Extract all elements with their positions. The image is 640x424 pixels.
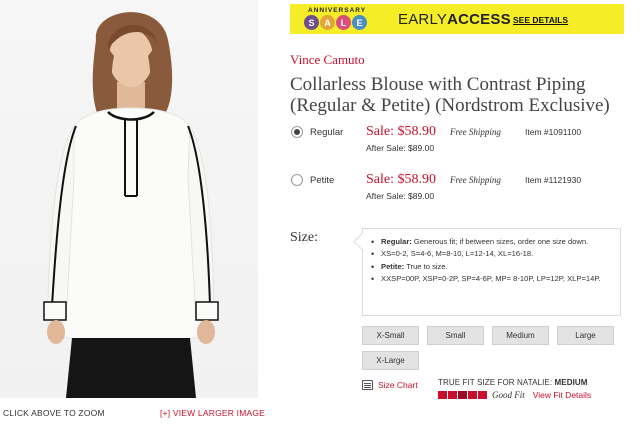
size-button-large[interactable]: Large: [557, 326, 614, 345]
product-title: Collarless Blouse with Contrast Piping (…: [290, 74, 610, 116]
sale-letter: A: [320, 15, 335, 30]
fit-meter-segment: [448, 391, 457, 399]
anniversary-label: ANNIVERSARY: [308, 7, 367, 14]
brand-link[interactable]: Vince Camuto: [290, 52, 365, 68]
fit-note-text: True to size.: [404, 261, 448, 271]
sale-letter: S: [304, 15, 319, 30]
true-fit-prefix: TRUE FIT SIZE FOR NATALIE:: [438, 378, 555, 387]
zoom-hint: CLICK ABOVE TO ZOOM: [3, 408, 105, 418]
fit-note-text: XXSP=00P, XSP=0-2P, SP=4-6P, MP= 8-10P, …: [381, 273, 601, 283]
variant-radio-regular[interactable]: [291, 126, 303, 138]
sale-letter: L: [336, 15, 351, 30]
fit-note-text: Generous fit; if between sizes, order on…: [411, 237, 589, 246]
early-access-text: EARLYACCESS: [398, 11, 511, 28]
item-number: Item #1091100: [525, 127, 582, 137]
fit-rating-label: Good Fit: [492, 390, 525, 400]
after-sale-price: After Sale: $89.00: [366, 191, 435, 201]
item-number: Item #1121930: [525, 175, 582, 185]
product-image[interactable]: [0, 0, 258, 398]
fit-notes-list: Regular: Generous fit; if between sizes,…: [371, 236, 610, 285]
sale-letter: E: [352, 15, 367, 30]
sale-price: Sale: $58.90: [366, 172, 436, 187]
true-fit-value: MEDIUM: [554, 378, 588, 387]
fit-info-tooltip: Regular: Generous fit; if between sizes,…: [362, 228, 621, 316]
fit-meter-segment: [458, 391, 467, 399]
size-button-small[interactable]: Small: [427, 326, 484, 345]
view-larger-image-link[interactable]: [+] VIEW LARGER IMAGE: [160, 408, 265, 418]
variant-row-petite[interactable]: Petite Sale: $58.90 After Sale: $89.00 F…: [290, 172, 630, 208]
size-chart-icon: [362, 380, 373, 390]
size-chart-label: Size Chart: [378, 380, 418, 390]
fit-note: Regular: Generous fit; if between sizes,…: [371, 236, 610, 249]
shipping-note: Free Shipping: [450, 175, 501, 185]
fit-note: Petite: True to size.: [371, 261, 610, 274]
shipping-note: Free Shipping: [450, 127, 501, 137]
size-button-x-small[interactable]: X-Small: [362, 326, 419, 345]
fit-note-bold: Regular:: [381, 237, 412, 246]
size-chart-link[interactable]: Size Chart: [362, 379, 418, 391]
early-access-banner[interactable]: ANNIVERSARY S A L E EARLYACCESS SEE DETA…: [290, 4, 624, 34]
variant-label: Regular: [310, 127, 344, 138]
fit-meter-segment: [478, 391, 487, 399]
size-label: Size:: [290, 230, 318, 245]
sale-logo: S A L E: [304, 15, 367, 31]
size-button-x-large[interactable]: X-Large: [362, 351, 419, 370]
variant-radio-petite[interactable]: [291, 174, 303, 186]
see-details-link[interactable]: SEE DETAILS: [513, 15, 568, 25]
fit-rating-row: Good Fit View Fit Details: [438, 390, 591, 400]
after-sale-price: After Sale: $89.00: [366, 143, 435, 153]
fit-meter-segment: [468, 391, 477, 399]
variant-row-regular[interactable]: Regular Sale: $58.90 After Sale: $89.00 …: [290, 124, 630, 160]
size-button-medium[interactable]: Medium: [492, 326, 549, 345]
sale-price: Sale: $58.90: [366, 124, 436, 139]
true-fit-size: TRUE FIT SIZE FOR NATALIE: MEDIUM: [438, 378, 588, 387]
model-photo: [43, 12, 219, 398]
fit-note-text: XS=0-2, S=4-6, M=8-10, L=12-14, XL=16-18…: [381, 249, 534, 259]
view-fit-details-link[interactable]: View Fit Details: [533, 390, 591, 400]
variant-label: Petite: [310, 175, 335, 186]
fit-meter-segment: [438, 391, 447, 399]
fit-note-bold: Petite:: [381, 261, 405, 271]
early-prefix: EARLY: [398, 11, 448, 28]
early-bold: ACCESS: [447, 11, 511, 28]
fit-note: XS=0-2, S=4-6, M=8-10, L=12-14, XL=16-18…: [371, 248, 610, 261]
fit-note: XXSP=00P, XSP=0-2P, SP=4-6P, MP= 8-10P, …: [371, 273, 610, 286]
